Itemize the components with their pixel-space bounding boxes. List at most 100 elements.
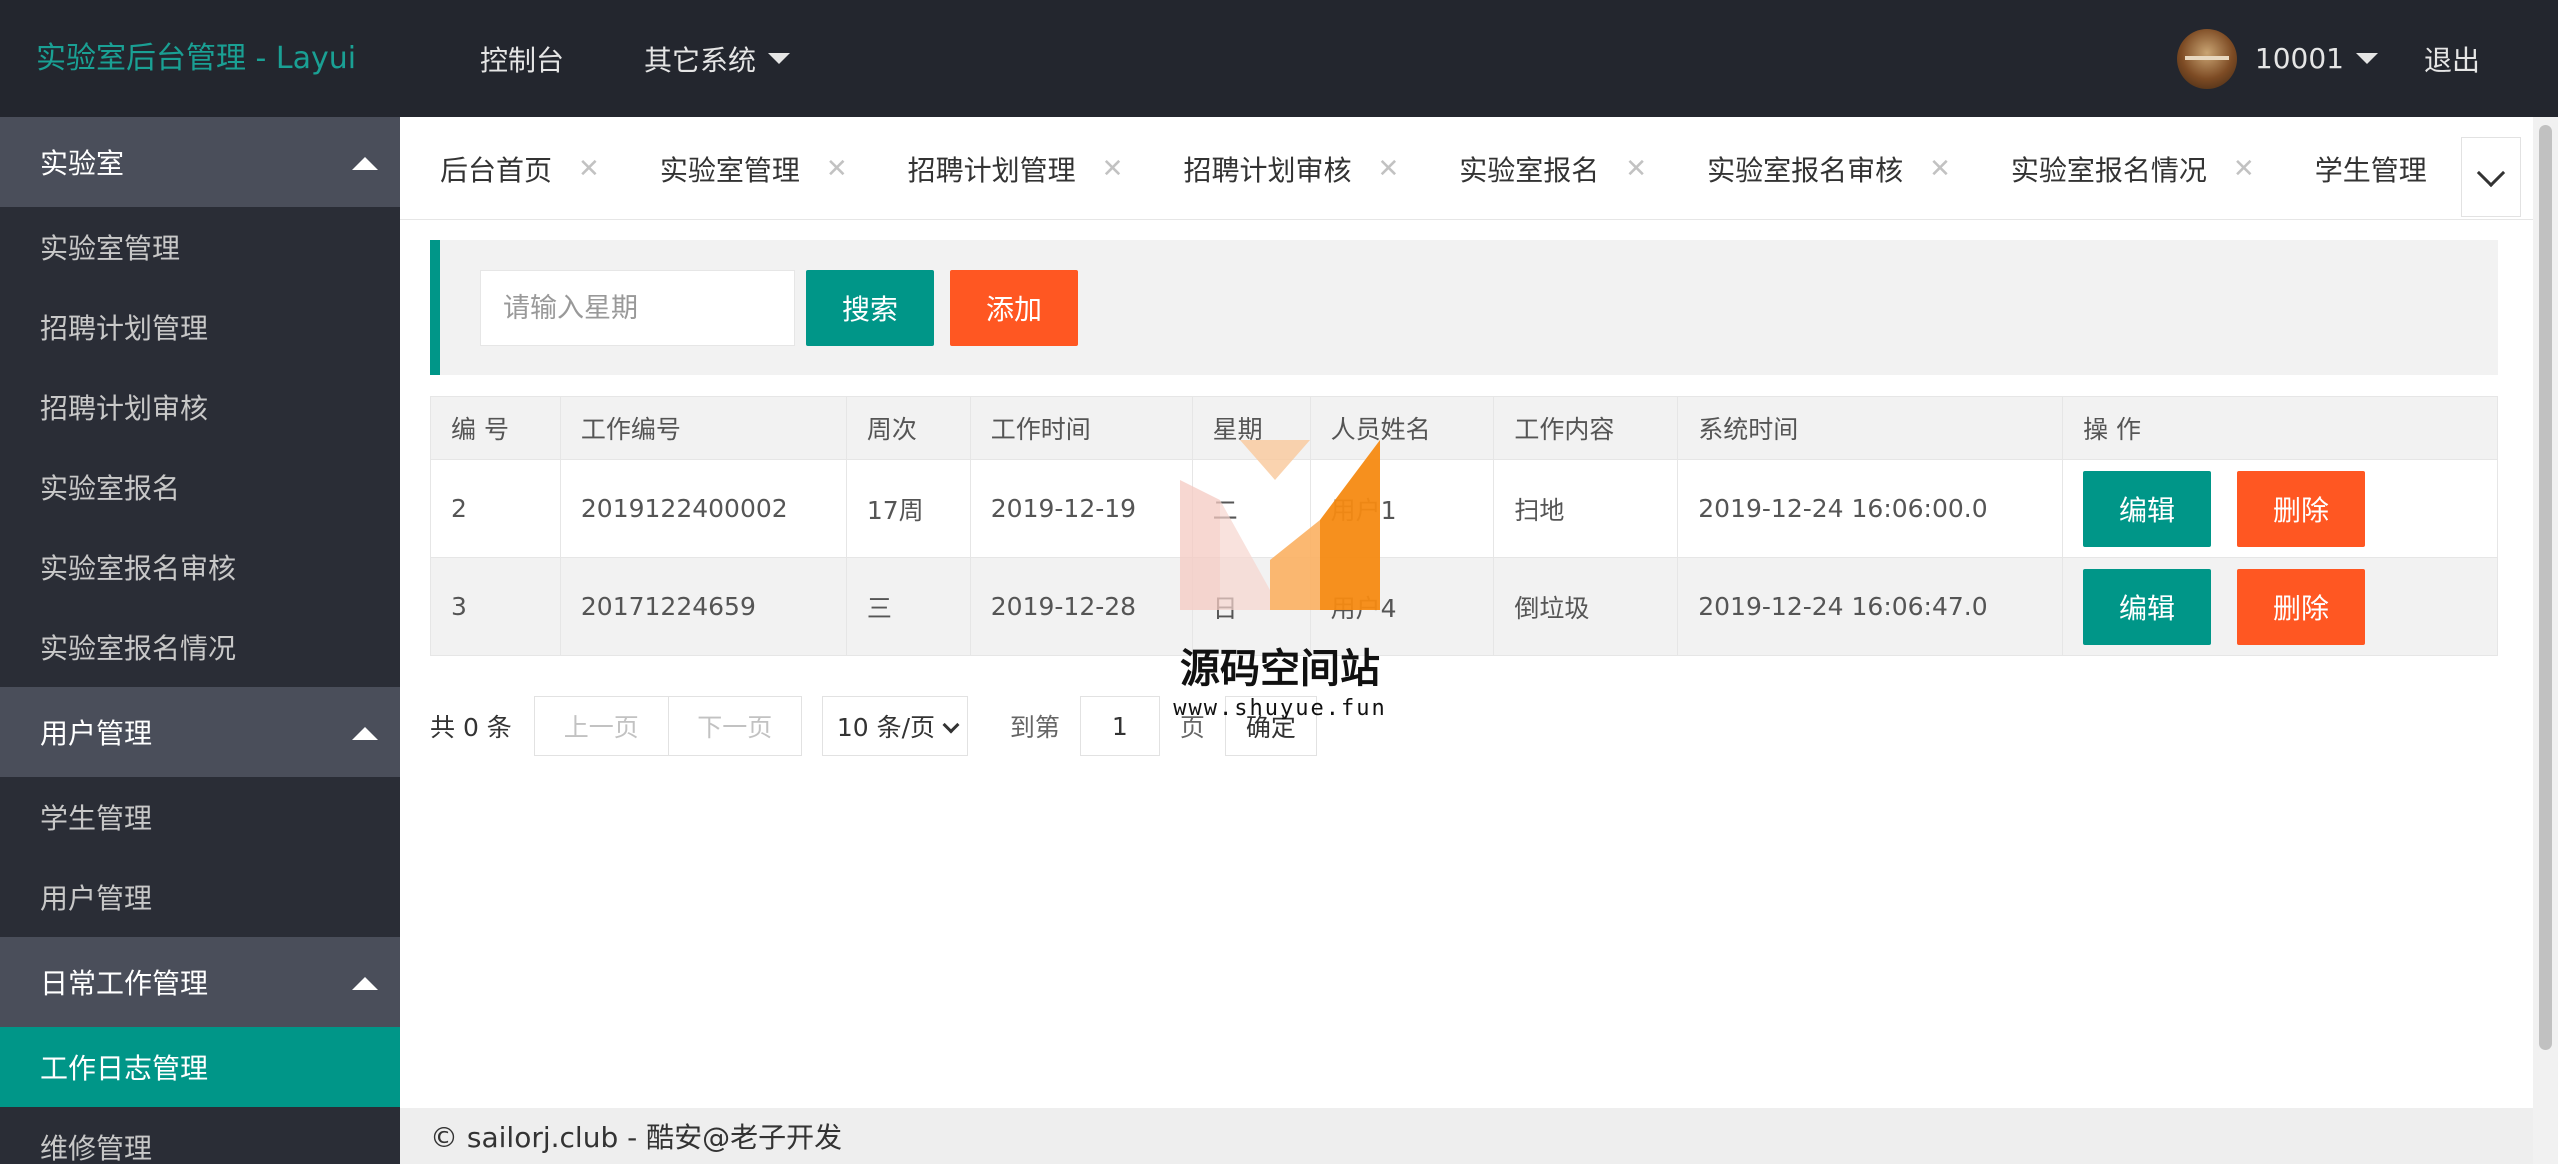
tab-label: 实验室报名审核 bbox=[1707, 153, 1904, 187]
chevron-down-icon bbox=[2476, 158, 2506, 188]
sidebar-item-students[interactable]: 学生管理 bbox=[0, 777, 400, 857]
cell-content: 扫地 bbox=[1493, 459, 1679, 558]
cell-content: 倒垃圾 bbox=[1493, 557, 1679, 656]
work-log-table: 编 号 工作编号 周次 工作时间 星期 人员姓名 工作内容 系统时间 操 作 2… bbox=[430, 396, 2498, 656]
close-icon[interactable]: ✕ bbox=[826, 154, 848, 184]
cell-actions: 编辑 删除 bbox=[2062, 459, 2498, 558]
tab-label: 学生管理 bbox=[2314, 153, 2427, 187]
tab-more-button[interactable] bbox=[2461, 137, 2521, 217]
nav-console-label: 控制台 bbox=[480, 43, 565, 77]
sidebar-group-label: 实验室 bbox=[40, 147, 125, 180]
watermark-text: 源码空间站 bbox=[1180, 646, 1380, 692]
top-header: 实验室后台管理 - Layui 控制台 其它系统 10001 退出 bbox=[0, 0, 2558, 117]
cell-system-time: 2019-12-24 16:06:47.0 bbox=[1677, 557, 2064, 656]
tab-list: 后台首页 ✕ 实验室管理 ✕ 招聘计划管理 ✕ 招聘计划审核 ✕ 实验室报名 ✕ 实验室报… bbox=[400, 117, 2487, 219]
sidebar-item-signup-review[interactable]: 实验室报名审核 bbox=[0, 527, 400, 607]
user-name: 10001 bbox=[2254, 42, 2344, 75]
top-nav: 控制台 其它系统 bbox=[480, 0, 870, 117]
col-work-date: 工作时间 bbox=[969, 396, 1193, 460]
app-logo[interactable]: 实验室后台管理 - Layui bbox=[36, 0, 356, 117]
row-actions: 编辑 删除 bbox=[2083, 470, 2497, 547]
sidebar-group-users[interactable]: 用户管理 bbox=[0, 687, 400, 777]
sidebar-item-repair[interactable]: 维修管理 bbox=[0, 1107, 400, 1164]
sidebar-item-users[interactable]: 用户管理 bbox=[0, 857, 400, 937]
cell-actions: 编辑 删除 bbox=[2062, 557, 2498, 656]
sidebar-item-lab-signup[interactable]: 实验室报名 bbox=[0, 447, 400, 527]
delete-button[interactable]: 删除 bbox=[2237, 568, 2366, 645]
scrollbar-thumb[interactable] bbox=[2539, 125, 2552, 1050]
table-header-row: 编 号 工作编号 周次 工作时间 星期 人员姓名 工作内容 系统时间 操 作 bbox=[430, 396, 2498, 460]
nav-console[interactable]: 控制台 bbox=[480, 39, 564, 79]
edit-button[interactable]: 编辑 bbox=[2083, 470, 2212, 547]
sidebar-group-lab[interactable]: 实验室 bbox=[0, 117, 400, 207]
close-icon[interactable]: ✕ bbox=[2233, 154, 2255, 184]
tab-signup-status[interactable]: 实验室报名情况 ✕ bbox=[2011, 149, 2255, 189]
tab-students[interactable]: 学生管理 bbox=[2315, 149, 2427, 189]
close-icon[interactable]: ✕ bbox=[578, 154, 600, 184]
tab-signup-review[interactable]: 实验室报名审核 ✕ bbox=[1707, 149, 1951, 189]
cell-system-time: 2019-12-24 16:06:00.0 bbox=[1677, 459, 2064, 558]
nav-other-systems[interactable]: 其它系统 bbox=[644, 39, 791, 79]
cell-work-no: 20171224659 bbox=[559, 557, 847, 656]
search-button[interactable]: 搜索 bbox=[806, 270, 934, 346]
sidebar-group-daily-work-items: 工作日志管理 维修管理 bbox=[0, 1027, 400, 1164]
page-size-select[interactable]: 10 条/页 bbox=[821, 696, 968, 756]
cell-id: 2 bbox=[430, 459, 561, 558]
cell-id: 3 bbox=[430, 557, 561, 656]
sidebar-item-work-log[interactable]: 工作日志管理 bbox=[0, 1027, 400, 1107]
nav-other-systems-label: 其它系统 bbox=[644, 43, 757, 77]
sidebar-item-lab-manage[interactable]: 实验室管理 bbox=[0, 207, 400, 287]
next-page-button[interactable]: 下一页 bbox=[667, 696, 802, 756]
user-menu[interactable]: 10001 bbox=[2255, 42, 2378, 75]
sidebar-item-recruit-plan[interactable]: 招聘计划管理 bbox=[0, 287, 400, 367]
col-actions: 操 作 bbox=[2062, 396, 2498, 460]
user-area: 10001 退出 bbox=[2176, 0, 2558, 117]
prev-page-button[interactable]: 上一页 bbox=[533, 696, 668, 756]
tab-recruit-plan[interactable]: 招聘计划管理 ✕ bbox=[908, 149, 1124, 189]
watermark-url: www.shuyue.fun bbox=[1173, 696, 1387, 721]
tab-label: 实验室管理 bbox=[659, 153, 800, 187]
col-week: 周次 bbox=[845, 396, 971, 460]
col-system-time: 系统时间 bbox=[1677, 396, 2064, 460]
delete-button[interactable]: 删除 bbox=[2237, 470, 2366, 547]
sidebar-item-signup-status[interactable]: 实验室报名情况 bbox=[0, 607, 400, 687]
sidebar-group-users-items: 学生管理 用户管理 bbox=[0, 777, 400, 937]
edit-button[interactable]: 编辑 bbox=[2083, 568, 2212, 645]
close-icon[interactable]: ✕ bbox=[1625, 154, 1647, 184]
page-size-value: 10 条/页 bbox=[836, 713, 935, 742]
close-icon[interactable]: ✕ bbox=[1929, 154, 1951, 184]
caret-up-icon bbox=[352, 157, 378, 170]
sidebar-group-label: 日常工作管理 bbox=[40, 967, 209, 1000]
table-row: 3 20171224659 三 2019-12-28 日 用户4 倒垃圾 201… bbox=[430, 557, 2498, 656]
close-icon[interactable]: ✕ bbox=[1102, 154, 1124, 184]
sidebar-group-daily-work[interactable]: 日常工作管理 bbox=[0, 937, 400, 1027]
col-content: 工作内容 bbox=[1493, 396, 1679, 460]
tab-home[interactable]: 后台首页 ✕ bbox=[440, 149, 600, 189]
page-scrollbar[interactable] bbox=[2533, 117, 2558, 1164]
tab-label: 实验室报名情况 bbox=[2010, 153, 2207, 187]
caret-down-icon bbox=[768, 53, 791, 64]
cell-week: 17周 bbox=[845, 459, 971, 558]
tab-lab-signup[interactable]: 实验室报名 ✕ bbox=[1459, 149, 1647, 189]
avatar[interactable] bbox=[2176, 28, 2237, 89]
add-button[interactable]: 添加 bbox=[950, 270, 1078, 346]
goto-label: 到第 bbox=[1009, 713, 1060, 742]
cell-work-date: 2019-12-19 bbox=[969, 459, 1193, 558]
tab-lab-manage[interactable]: 实验室管理 ✕ bbox=[660, 149, 848, 189]
caret-up-icon bbox=[352, 727, 378, 740]
sidebar-group-lab-items: 实验室管理 招聘计划管理 招聘计划审核 实验室报名 实验室报名审核 实验室报名情… bbox=[0, 207, 400, 687]
logout-link[interactable]: 退出 bbox=[2424, 39, 2480, 79]
weekday-search-input[interactable] bbox=[480, 270, 795, 346]
caret-up-icon bbox=[352, 977, 378, 990]
close-icon[interactable]: ✕ bbox=[1377, 154, 1399, 184]
tab-label: 实验室报名 bbox=[1459, 153, 1600, 187]
sidebar-group-label: 用户管理 bbox=[40, 717, 153, 750]
col-id: 编 号 bbox=[430, 396, 561, 460]
tab-label: 招聘计划管理 bbox=[907, 153, 1076, 187]
page-footer: © sailorj.club - 酷安@老子开发 bbox=[400, 1108, 2533, 1164]
col-work-no: 工作编号 bbox=[559, 396, 847, 460]
caret-down-icon bbox=[2355, 53, 2378, 64]
tab-recruit-review[interactable]: 招聘计划审核 ✕ bbox=[1183, 149, 1399, 189]
cell-week: 三 bbox=[845, 557, 971, 656]
sidebar-item-recruit-review[interactable]: 招聘计划审核 bbox=[0, 367, 400, 447]
